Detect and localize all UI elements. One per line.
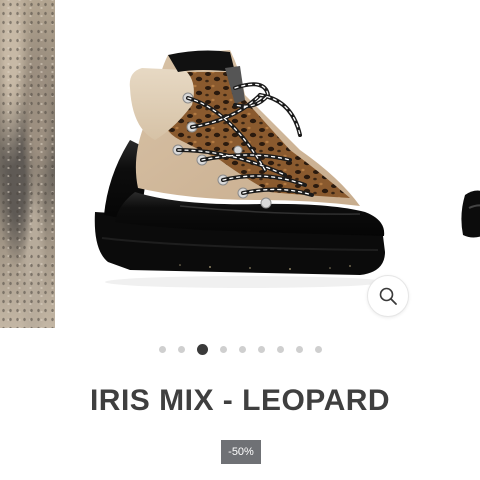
pagination-dot-active[interactable] xyxy=(196,343,208,355)
pagination-dot[interactable] xyxy=(238,345,246,353)
product-image-boot xyxy=(94,50,385,288)
product-title: IRIS MIX - LEOPARD xyxy=(89,384,391,417)
zoom-button[interactable] xyxy=(367,275,409,317)
search-icon xyxy=(379,287,397,305)
pagination-dot[interactable] xyxy=(158,345,166,353)
product-image-gallery[interactable] xyxy=(0,0,480,330)
pagination-dot[interactable] xyxy=(177,345,185,353)
discount-badge: -50% xyxy=(221,440,261,464)
pagination-dot[interactable] xyxy=(276,345,284,353)
previous-slide-image[interactable] xyxy=(0,0,55,328)
gallery-pagination xyxy=(0,342,480,356)
pagination-dot[interactable] xyxy=(295,345,303,353)
next-slide-image[interactable] xyxy=(455,180,480,250)
pagination-dot[interactable] xyxy=(257,345,265,353)
pagination-dot[interactable] xyxy=(219,345,227,353)
pagination-dot[interactable] xyxy=(314,345,322,353)
